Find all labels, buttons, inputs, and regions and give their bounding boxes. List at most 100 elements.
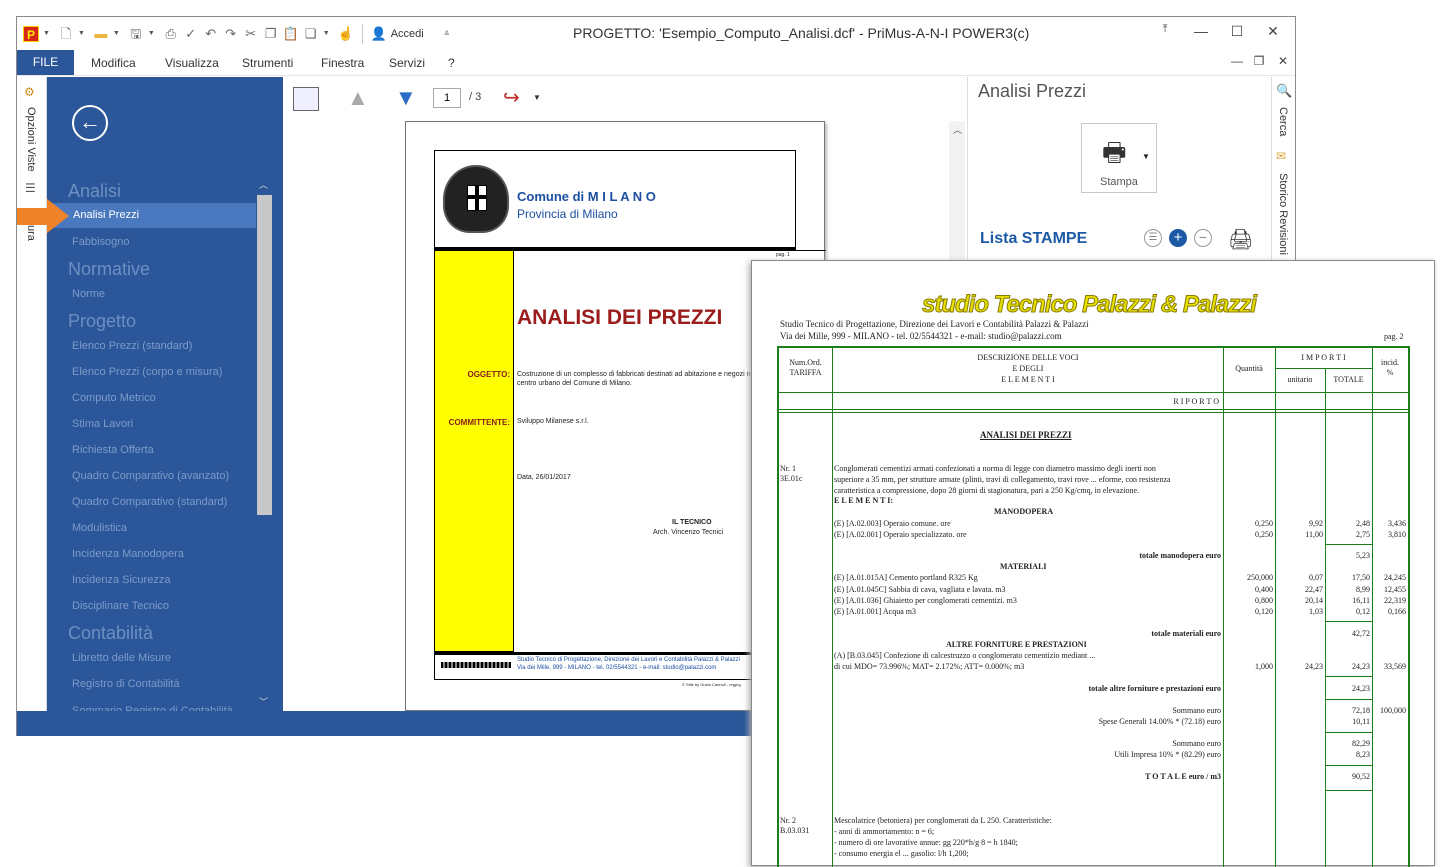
nav-item-elenco-prezzi-corpo[interactable]: Elenco Prezzi (corpo e misura)	[72, 366, 222, 378]
sommano-1-label: Sommano euro	[1172, 706, 1221, 715]
scroll-up-icon[interactable]: ︿	[259, 178, 268, 191]
new-document-icon[interactable]: 🗋	[58, 26, 74, 42]
manodopera-label: MANODOPERA	[994, 507, 1054, 516]
tab-struttura[interactable]: ura	[25, 225, 37, 241]
customize-toolbar-icon[interactable]: ≚	[444, 30, 450, 38]
nav-item-quadro-avanzato[interactable]: Quadro Comparativo (avanzato)	[72, 470, 229, 482]
header-quantita: Quantità	[1235, 364, 1263, 373]
doc-restore-button[interactable]: ❐	[1249, 54, 1269, 68]
utili-impresa-label: Utili Impresa 10% * (82.29) euro	[1114, 750, 1221, 759]
page-number-input[interactable]	[433, 88, 461, 108]
remove-icon[interactable]: −	[1194, 229, 1212, 247]
mail-icon[interactable]: ✉	[1276, 149, 1286, 163]
print-icon[interactable]: ⎙	[163, 26, 179, 42]
login-button[interactable]: Accedi	[391, 28, 424, 40]
stampa-button[interactable]: 🖶 ▼ Stampa	[1081, 123, 1157, 193]
menu-servizi[interactable]: Servizi	[389, 56, 425, 70]
print-settings-icon[interactable]: 🖨	[1228, 227, 1253, 252]
subtotal-rule	[1325, 699, 1372, 700]
nav-item-norme[interactable]: Norme	[72, 288, 105, 300]
nav-item-stima-lavori[interactable]: Stima Lavori	[72, 418, 133, 430]
tab-storico-revisioni[interactable]: Storico Revisioni	[1277, 173, 1289, 255]
doc-close-button[interactable]: ✕	[1273, 54, 1293, 68]
scroll-down-icon[interactable]: ﹀	[259, 695, 268, 708]
nav-scrollbar-thumb[interactable]	[257, 195, 272, 515]
page2-pag: pag. 2	[1384, 332, 1404, 341]
save-icon[interactable]: 🖫	[128, 26, 144, 42]
nav-item-elenco-prezzi-standard[interactable]: Elenco Prezzi (standard)	[72, 340, 192, 352]
header-totale: TOTALE	[1333, 375, 1364, 384]
menu-visualizza[interactable]: Visualizza	[165, 56, 219, 70]
menu-strumenti[interactable]: Strumenti	[242, 56, 293, 70]
row-1-qta: 0,250	[1255, 519, 1273, 528]
nav-item-fabbisogno[interactable]: Fabbisogno	[72, 236, 130, 248]
nav-item-sommario-registro[interactable]: Sommario Registro di Contabilità	[72, 703, 233, 711]
undo-icon[interactable]: ↶	[203, 26, 219, 42]
chevron-down-icon[interactable]: ▼	[78, 30, 85, 37]
row-2-desc: (E) [A.02.001] Operaio specializzato. or…	[834, 530, 967, 539]
back-arrow-icon[interactable]: ←	[72, 105, 108, 141]
redo-icon[interactable]: ↷	[223, 26, 239, 42]
menu-finestra[interactable]: Finestra	[321, 56, 364, 70]
add-icon[interactable]: +	[1169, 229, 1187, 247]
nav-item-incidenza-manodopera[interactable]: Incidenza Manodopera	[72, 548, 184, 560]
header-tariffa: TARIFFA	[789, 368, 822, 377]
menu-help[interactable]: ?	[448, 56, 455, 70]
toggle-panel-icon[interactable]	[293, 87, 319, 111]
maximize-button[interactable]: ☐	[1227, 23, 1247, 40]
nav-item-modulistica[interactable]: Modulistica	[72, 522, 127, 534]
options-icon[interactable]: ⚙	[24, 85, 35, 99]
item-1-desc-c: caratteristica a compressione, dopo 28 g…	[834, 486, 1140, 495]
chevron-down-icon[interactable]: ▼	[323, 30, 330, 37]
close-button[interactable]: ✕	[1263, 23, 1283, 40]
item-2-desc-d: - consumo energia el ... gasolio: l/h 1,…	[834, 849, 969, 858]
nav-item-registro-contabilita[interactable]: Registro di Contabilità	[72, 678, 180, 690]
export-icon[interactable]: ↪	[503, 85, 520, 110]
file-menu[interactable]: FILE	[17, 50, 74, 75]
user-icon[interactable]: 👤	[371, 26, 387, 42]
nav-item-quadro-standard[interactable]: Quadro Comparativo (standard)	[72, 496, 227, 508]
nav-item-analisi-prezzi[interactable]: Analisi Prezzi	[47, 203, 256, 228]
cut-icon[interactable]: ✂	[243, 26, 259, 42]
nav-item-computo-metrico[interactable]: Computo Metrico	[72, 392, 156, 404]
nav-item-disciplinare-tecnico[interactable]: Disciplinare Tecnico	[72, 600, 169, 612]
paste-icon[interactable]: 📋	[283, 26, 299, 42]
section-analisi: Analisi	[68, 181, 122, 201]
tab-opzioni-viste[interactable]: Opzioni Viste	[25, 107, 37, 172]
row-4-desc: (E) [A.01.045C] Sabbia di cava, vagliata…	[834, 585, 1006, 594]
header-unitario: unitario	[1287, 375, 1313, 384]
analisi-title: ANALISI DEI PREZZI	[980, 430, 1072, 440]
chevron-down-icon[interactable]: ▼	[113, 30, 120, 37]
chevron-down-icon[interactable]: ▼	[533, 93, 541, 102]
ribbon-display-icon[interactable]: ⤒	[1155, 23, 1175, 36]
nav-item-richiesta-offerta[interactable]: Richiesta Offerta	[72, 444, 154, 456]
item-1-desc-b: superiore a 35 mm, per strutture armate …	[834, 475, 1171, 484]
menu-modifica[interactable]: Modifica	[91, 56, 136, 70]
next-page-icon[interactable]: ▼	[395, 85, 417, 111]
item-2-desc-c: - numero di ore lavorative annue: gg 220…	[834, 838, 1018, 847]
touch-icon[interactable]: ☝	[338, 26, 354, 42]
print-list-icon[interactable]: ☰	[1144, 229, 1162, 247]
paste-special-icon[interactable]: ❏	[303, 26, 319, 42]
subtotal-rule	[1325, 544, 1372, 545]
page1-heading: ANALISI DEI PREZZI	[517, 306, 723, 329]
list-icon[interactable]: ☰	[25, 181, 36, 195]
open-folder-icon[interactable]: ▬	[93, 26, 109, 42]
nav-item-libretto-misure[interactable]: Libretto delle Misure	[72, 652, 171, 664]
search-icon[interactable]: 🔍	[1276, 83, 1292, 99]
chevron-down-icon[interactable]: ▼	[43, 30, 50, 37]
primus-logo-icon[interactable]: P	[23, 25, 39, 42]
chevron-down-icon: ▼	[1142, 152, 1150, 161]
previous-page-icon[interactable]: ▲	[347, 85, 369, 111]
copy-icon[interactable]: ❐	[263, 26, 279, 42]
scroll-up-icon[interactable]: ︿	[953, 123, 962, 136]
right-panel: Analisi Prezzi 🖶 ▼ Stampa Lista STAMPE ☰…	[967, 77, 1271, 277]
right-side-strip: 🔍 Cerca ✉ Storico Revisioni	[1271, 77, 1295, 277]
doc-minimize-button[interactable]: —	[1227, 54, 1247, 68]
tab-cerca[interactable]: Cerca	[1277, 107, 1289, 136]
spellcheck-icon[interactable]: ✓	[183, 26, 199, 42]
minimize-button[interactable]: —	[1191, 23, 1211, 39]
row-4-inc: 12,455	[1384, 585, 1406, 594]
nav-item-incidenza-sicurezza[interactable]: Incidenza Sicurezza	[72, 574, 170, 586]
chevron-down-icon[interactable]: ▼	[148, 30, 155, 37]
